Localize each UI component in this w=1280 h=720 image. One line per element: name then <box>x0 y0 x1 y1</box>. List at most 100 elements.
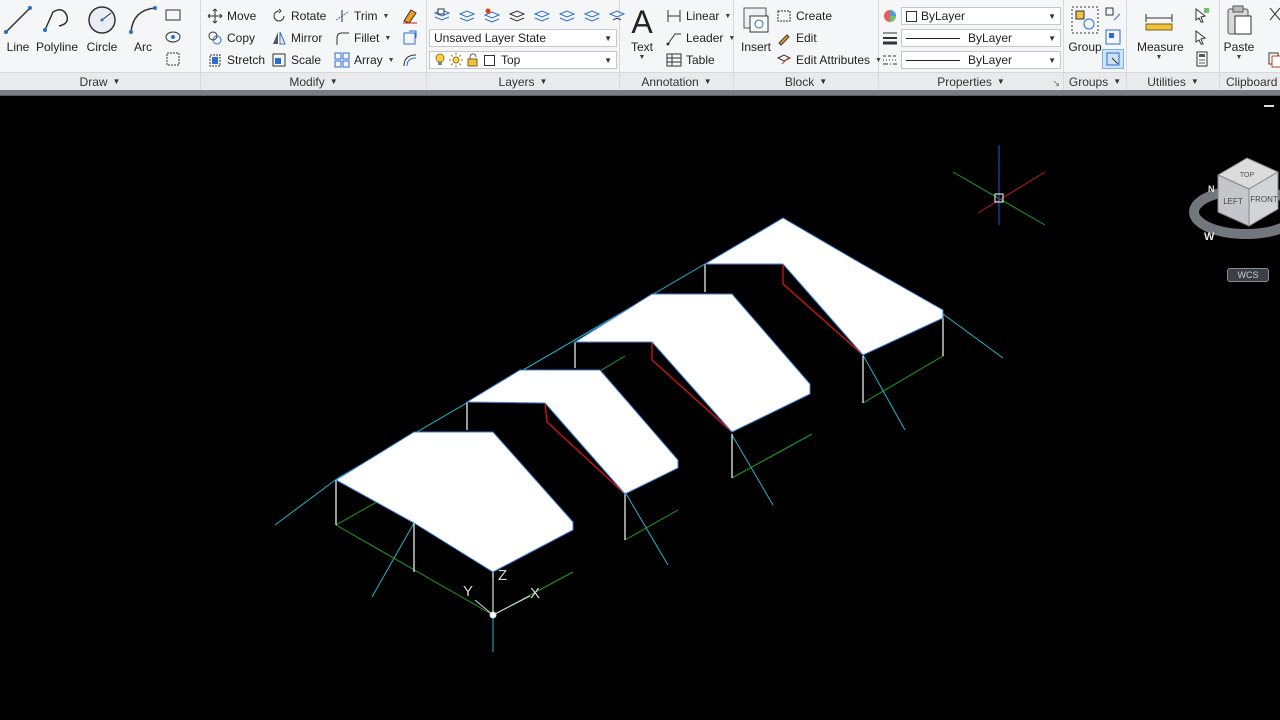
utilities-panel-title: Utilities <box>1147 74 1186 89</box>
table-button[interactable]: Table <box>666 50 715 70</box>
layer-lock-icon <box>583 10 601 22</box>
group-selection-toggle[interactable] <box>1102 49 1124 69</box>
boundary-icon <box>166 52 180 66</box>
draw-panel-footer[interactable]: Draw ▼ <box>0 72 200 90</box>
edit-label: Edit <box>796 31 817 45</box>
color-swatch <box>906 10 917 22</box>
select-similar-button[interactable] <box>1191 27 1213 47</box>
layer-state-select[interactable]: Unsaved Layer State ▼ <box>429 29 617 47</box>
layers-panel-footer[interactable]: Layers ▼ <box>427 72 619 90</box>
roof-section-1 <box>335 431 574 573</box>
measure-icon <box>1145 14 1173 31</box>
erase-button[interactable] <box>399 6 421 26</box>
arc-button[interactable]: Arc <box>121 4 165 68</box>
stretch-button[interactable]: Stretch <box>207 50 265 70</box>
boundary-button[interactable] <box>162 49 184 69</box>
viewcube-compass-w: W <box>1204 231 1215 243</box>
text-button[interactable]: A Text ▼ <box>620 4 664 68</box>
rotate-button[interactable]: Rotate <box>271 6 326 26</box>
model-space: X Y Z TOP LEFT FRONT W N <box>274 145 1280 652</box>
layer-previous-button[interactable] <box>481 6 503 26</box>
cut-button[interactable] <box>1264 5 1280 25</box>
layer-lock-button[interactable] <box>581 6 603 26</box>
fillet-button[interactable]: Fillet ▼ <box>334 28 391 48</box>
hatch-icon <box>165 31 181 43</box>
scale-button[interactable]: Scale <box>271 50 321 70</box>
measure-button[interactable]: Measure ▼ <box>1137 4 1184 68</box>
group-button[interactable]: Group <box>1063 4 1107 68</box>
drawing-viewport[interactable]: X Y Z TOP LEFT FRONT W N WCS <box>0 97 1280 720</box>
properties-panel: ByLayer ▼ ByLayer ▼ ByLayer ▼ Properties ▼ ↘ <box>879 0 1064 90</box>
copy-button[interactable]: Copy <box>207 28 255 48</box>
leader-button[interactable]: Leader ▼ <box>666 28 735 48</box>
chevron-down-icon: ▼ <box>387 56 395 64</box>
rectangle-button[interactable] <box>162 5 184 25</box>
layer-match-button[interactable] <box>456 6 478 26</box>
paste-button[interactable]: Paste ▼ <box>1217 4 1261 68</box>
wcs-menu[interactable]: WCS <box>1227 268 1269 282</box>
linetype-select[interactable]: ByLayer ▼ <box>901 51 1061 69</box>
modify-panel-footer[interactable]: Modify ▼ <box>201 72 426 90</box>
draw-panel: Line Polyline Circle Arc Draw ▼ <box>0 0 201 90</box>
linear-dimension-button[interactable]: Linear ▼ <box>666 6 731 26</box>
move-button[interactable]: Move <box>207 6 256 26</box>
line-sample <box>906 59 960 61</box>
edit-attributes-button[interactable]: Edit Attributes ▼ <box>776 50 882 70</box>
hatch-button[interactable] <box>162 27 184 47</box>
quick-select-button[interactable] <box>1191 5 1213 25</box>
explode-button[interactable] <box>399 28 421 48</box>
annotation-panel-footer[interactable]: Annotation ▼ <box>620 72 733 90</box>
ungroup-button[interactable] <box>1102 5 1124 25</box>
axis-line-cyan <box>731 434 774 506</box>
quick-select-icon <box>1195 7 1209 23</box>
lineweight-icon <box>883 32 897 45</box>
group-edit-button[interactable] <box>1102 27 1124 47</box>
lineweight-select[interactable]: ByLayer ▼ <box>901 29 1061 47</box>
viewcube[interactable]: TOP LEFT FRONT W N <box>1189 157 1280 243</box>
block-panel: Insert Create Edit Edit Attributes ▼ Bloc… <box>734 0 882 90</box>
mirror-button[interactable]: Mirror <box>271 28 322 48</box>
unlock-icon <box>467 53 478 67</box>
edit-attributes-label: Edit Attributes <box>796 53 871 67</box>
insert-button[interactable]: Insert <box>734 4 778 68</box>
layer-match-icon <box>458 10 476 22</box>
annotation-panel: A Text ▼ Linear ▼ Leader ▼ Table Annotatio… <box>620 0 735 90</box>
create-block-button[interactable]: Create <box>776 6 832 26</box>
chevron-down-icon: ▼ <box>1190 77 1199 86</box>
line-button[interactable]: Line <box>0 4 40 68</box>
trim-icon <box>335 10 349 22</box>
groups-panel-footer[interactable]: Groups ▼ <box>1064 72 1126 90</box>
trim-button[interactable]: Trim ▼ <box>334 6 389 26</box>
layer-off-button[interactable] <box>556 6 578 26</box>
viewcube-top-label: TOP <box>1240 172 1255 179</box>
rotate-icon <box>273 8 285 22</box>
clipboard-panel-footer[interactable]: Clipboard <box>1220 72 1280 90</box>
calculator-button[interactable] <box>1191 49 1213 69</box>
linetype-value: ByLayer <box>968 53 1013 67</box>
layer-freeze-button[interactable] <box>531 6 553 26</box>
block-panel-footer[interactable]: Block ▼ <box>734 72 878 90</box>
current-layer-select[interactable]: Top ▼ <box>429 51 617 69</box>
panel-launcher-icon[interactable]: ↘ <box>1052 78 1060 89</box>
chevron-down-icon: ▼ <box>1048 55 1056 65</box>
utilities-panel-footer[interactable]: Utilities ▼ <box>1127 72 1219 90</box>
object-color-select[interactable]: ByLayer ▼ <box>901 7 1061 25</box>
move-icon <box>207 8 223 24</box>
layer-properties-button[interactable] <box>431 6 453 26</box>
edit-attributes-icon <box>776 54 792 65</box>
edit-block-button[interactable]: Edit <box>776 28 817 48</box>
axis-line-cyan <box>274 477 339 526</box>
layer-isolate-button[interactable] <box>506 6 528 26</box>
circle-button[interactable]: Circle <box>80 4 124 68</box>
polyline-button[interactable]: Polyline <box>35 4 79 68</box>
match-properties-icon <box>884 10 896 22</box>
properties-panel-footer[interactable]: Properties ▼ ↘ <box>879 72 1063 90</box>
chevron-down-icon: ▼ <box>1235 54 1243 61</box>
offset-button[interactable] <box>399 50 421 70</box>
linetype-icon <box>883 55 897 65</box>
array-button[interactable]: Array ▼ <box>334 50 395 70</box>
table-label: Table <box>686 53 715 67</box>
chevron-down-icon: ▼ <box>724 12 732 20</box>
copy-clip-button[interactable] <box>1264 49 1280 69</box>
ucs-y-axis <box>474 599 494 616</box>
